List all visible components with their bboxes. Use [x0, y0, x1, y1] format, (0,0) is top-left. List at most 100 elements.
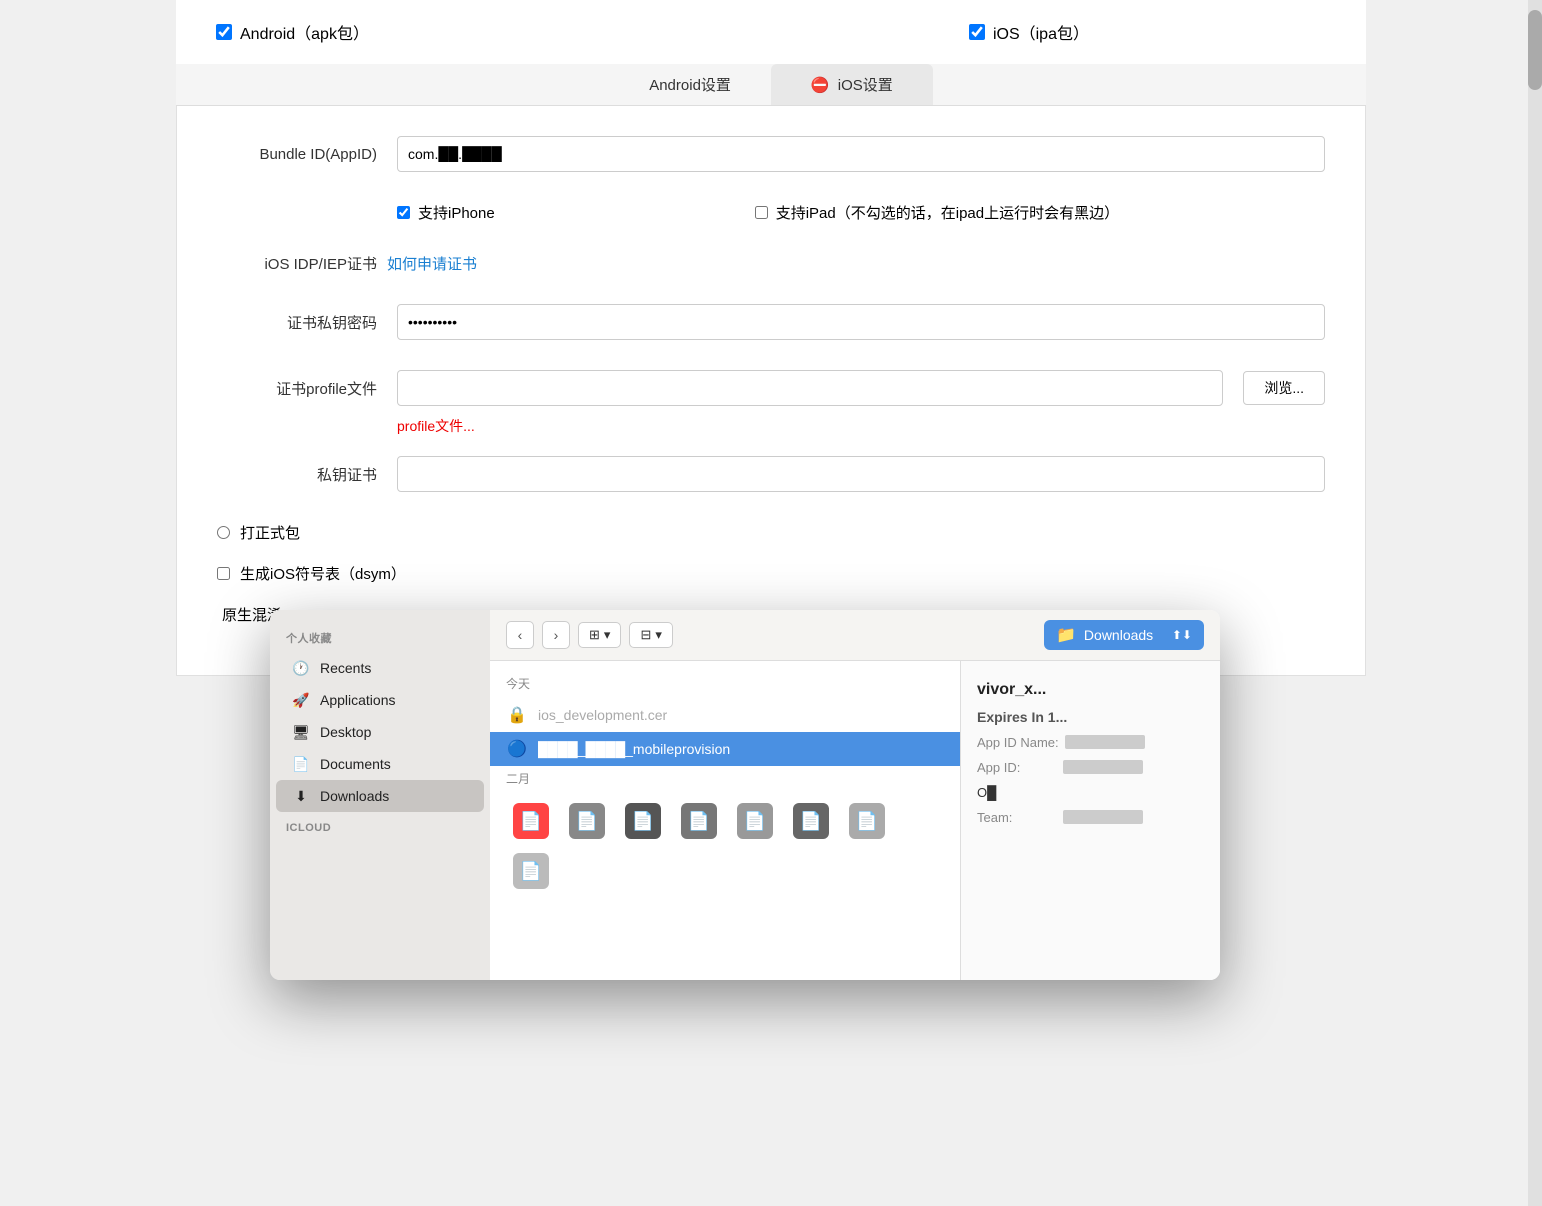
bundle-id-input[interactable]	[397, 136, 1325, 172]
dsym-label: 生成iOS符号表（dsym）	[240, 563, 406, 584]
preview-app-id-row: App ID:	[977, 760, 1204, 775]
dsym-row: 生成iOS符号表（dsym）	[217, 563, 1325, 584]
top-checkboxes: Android（apk包） iOS（ipa包）	[176, 0, 1366, 64]
feb-file-6[interactable]: 📄	[786, 799, 836, 843]
location-pill[interactable]: 📁 Downloads ⬆⬇	[1044, 620, 1204, 650]
profile-row: 证书profile文件 浏览...	[217, 370, 1325, 406]
support-ipad-checkbox[interactable]	[755, 206, 768, 219]
dialog-sidebar: 个人收藏 🕐 Recents 🚀 Applications 🖥 Desktop …	[270, 610, 490, 980]
password-label: 证书私钥密码	[217, 312, 377, 333]
feb-file-icon-5: 📄	[737, 803, 773, 839]
dsym-checkbox[interactable]	[217, 567, 230, 580]
nav-back-button[interactable]: ‹	[506, 621, 534, 649]
formal-radio[interactable]	[217, 526, 230, 539]
sidebar-item-downloads-label: Downloads	[320, 788, 389, 804]
support-iphone-checkbox[interactable]	[397, 206, 410, 219]
sidebar-item-documents[interactable]: 📄 Documents	[276, 748, 484, 780]
preview-app-id-val	[1063, 760, 1143, 774]
preview-other-val: O█	[977, 785, 996, 800]
android-checkbox-item: Android（apk包）	[216, 20, 369, 44]
view-grid-arrow: ▾	[655, 627, 662, 643]
preview-app-id-name-row: App ID Name:	[977, 735, 1204, 750]
browse-button[interactable]: 浏览...	[1243, 371, 1325, 405]
file-item-cert[interactable]: 🔒 ios_development.cer	[490, 698, 960, 732]
sidebar-item-downloads[interactable]: ⬇ Downloads	[276, 780, 484, 812]
view-grid-button[interactable]: ⊟ ▾	[629, 622, 672, 648]
feb-file-icon-6: 📄	[793, 803, 829, 839]
support-iphone-item: 支持iPhone	[397, 202, 495, 223]
feb-file-5[interactable]: 📄	[730, 799, 780, 843]
documents-icon: 📄	[292, 755, 310, 773]
file-item-provision[interactable]: 🔵 ████_████_mobileprovision	[490, 732, 960, 766]
view-columns-icon: ⊞	[589, 627, 600, 643]
applications-icon: 🚀	[292, 691, 310, 709]
ios-checkbox-item: iOS（ipa包）	[969, 20, 1089, 44]
scrollbar[interactable]	[1528, 0, 1542, 1206]
tab-bar: Android设置 ⛔ iOS设置	[176, 64, 1366, 106]
ios-form-section: Bundle ID(AppID) 支持iPhone 支持iPad（不勾选的话，在…	[176, 106, 1366, 676]
preview-subtitle: Expires In 1...	[977, 709, 1204, 725]
feb-file-3[interactable]: 📄	[618, 799, 668, 843]
dialog-filelist: 今天 🔒 ios_development.cer 🔵 ████_████_mob…	[490, 661, 1220, 980]
file-preview-panel: vivor_x... Expires In 1... App ID Name: …	[960, 661, 1220, 980]
feb-file-icon-4: 📄	[681, 803, 717, 839]
feb-file-4[interactable]: 📄	[674, 799, 724, 843]
sidebar-item-recents[interactable]: 🕐 Recents	[276, 652, 484, 684]
support-iphone-label: 支持iPhone	[418, 202, 495, 223]
preview-app-id-name-val	[1065, 735, 1145, 749]
tab-error-icon: ⛔	[811, 77, 830, 94]
tab-ios[interactable]: ⛔ iOS设置	[771, 64, 933, 105]
profile-input[interactable]	[397, 370, 1223, 406]
private-key-label: 私钥证书	[217, 464, 377, 485]
sidebar-item-applications-label: Applications	[320, 692, 396, 708]
recents-icon: 🕐	[292, 659, 310, 677]
tab-android[interactable]: Android设置	[609, 64, 771, 105]
cert-row: iOS IDP/IEP证书 如何申请证书	[217, 253, 1325, 274]
scrollbar-thumb[interactable]	[1528, 10, 1542, 90]
downloads-icon: ⬇	[292, 787, 310, 805]
formal-radio-row: 打正式包	[217, 522, 1325, 543]
feb-file-7[interactable]: 📄	[842, 799, 892, 843]
sidebar-item-applications[interactable]: 🚀 Applications	[276, 684, 484, 716]
cert-file-name: ios_development.cer	[538, 707, 667, 723]
tab-ios-label: iOS设置	[838, 77, 893, 94]
sidebar-icloud-label: iCloud	[270, 812, 490, 838]
nav-forward-button[interactable]: ›	[542, 621, 570, 649]
support-ipad-label: 支持iPad（不勾选的话，在ipad上运行时会有黑边）	[776, 202, 1119, 223]
preview-team-val	[1063, 810, 1143, 824]
view-grid-icon: ⊟	[640, 627, 651, 643]
feb-file-8[interactable]: 📄	[506, 849, 556, 893]
feb-file-2[interactable]: 📄	[562, 799, 612, 843]
cert-link[interactable]: 如何申请证书	[387, 253, 477, 274]
feb-file-icon-1: 📄	[513, 803, 549, 839]
sidebar-item-desktop[interactable]: 🖥 Desktop	[276, 716, 484, 748]
private-key-input[interactable]	[397, 456, 1325, 492]
support-ipad-item: 支持iPad（不勾选的话，在ipad上运行时会有黑边）	[755, 202, 1119, 223]
android-label: Android（apk包）	[240, 20, 369, 44]
ios-checkbox[interactable]	[969, 24, 985, 40]
file-list-main: 今天 🔒 ios_development.cer 🔵 ████_████_mob…	[490, 661, 960, 980]
location-label: Downloads	[1084, 627, 1153, 643]
preview-app-id-key: App ID:	[977, 760, 1057, 775]
sidebar-item-documents-label: Documents	[320, 756, 391, 772]
android-checkbox[interactable]	[216, 24, 232, 40]
feb-file-1[interactable]: 📄	[506, 799, 556, 843]
profile-hint: profile文件...	[217, 416, 1325, 436]
ios-label: iOS（ipa包）	[993, 20, 1089, 44]
feb-file-icon-3: 📄	[625, 803, 661, 839]
password-input[interactable]	[397, 304, 1325, 340]
preview-title: vivor_x...	[977, 681, 1204, 699]
sidebar-item-recents-label: Recents	[320, 660, 371, 676]
sidebar-section-personal: 个人收藏	[270, 630, 490, 652]
location-folder-icon: 📁	[1056, 625, 1076, 645]
feb-header: 二月	[490, 766, 960, 793]
provision-file-icon: 🔵	[506, 738, 528, 760]
view-columns-button[interactable]: ⊞ ▾	[578, 622, 621, 648]
nav-forward-icon: ›	[554, 627, 559, 643]
cert-file-icon: 🔒	[506, 704, 528, 726]
today-header: 今天	[490, 671, 960, 698]
preview-other-row: O█	[977, 785, 1204, 800]
dialog-main-content: ‹ › ⊞ ▾ ⊟ ▾ 📁 Downloads ⬆⬇	[490, 610, 1220, 980]
provision-file-name: ████_████_mobileprovision	[538, 741, 730, 757]
file-dialog: 个人收藏 🕐 Recents 🚀 Applications 🖥 Desktop …	[270, 610, 1220, 980]
